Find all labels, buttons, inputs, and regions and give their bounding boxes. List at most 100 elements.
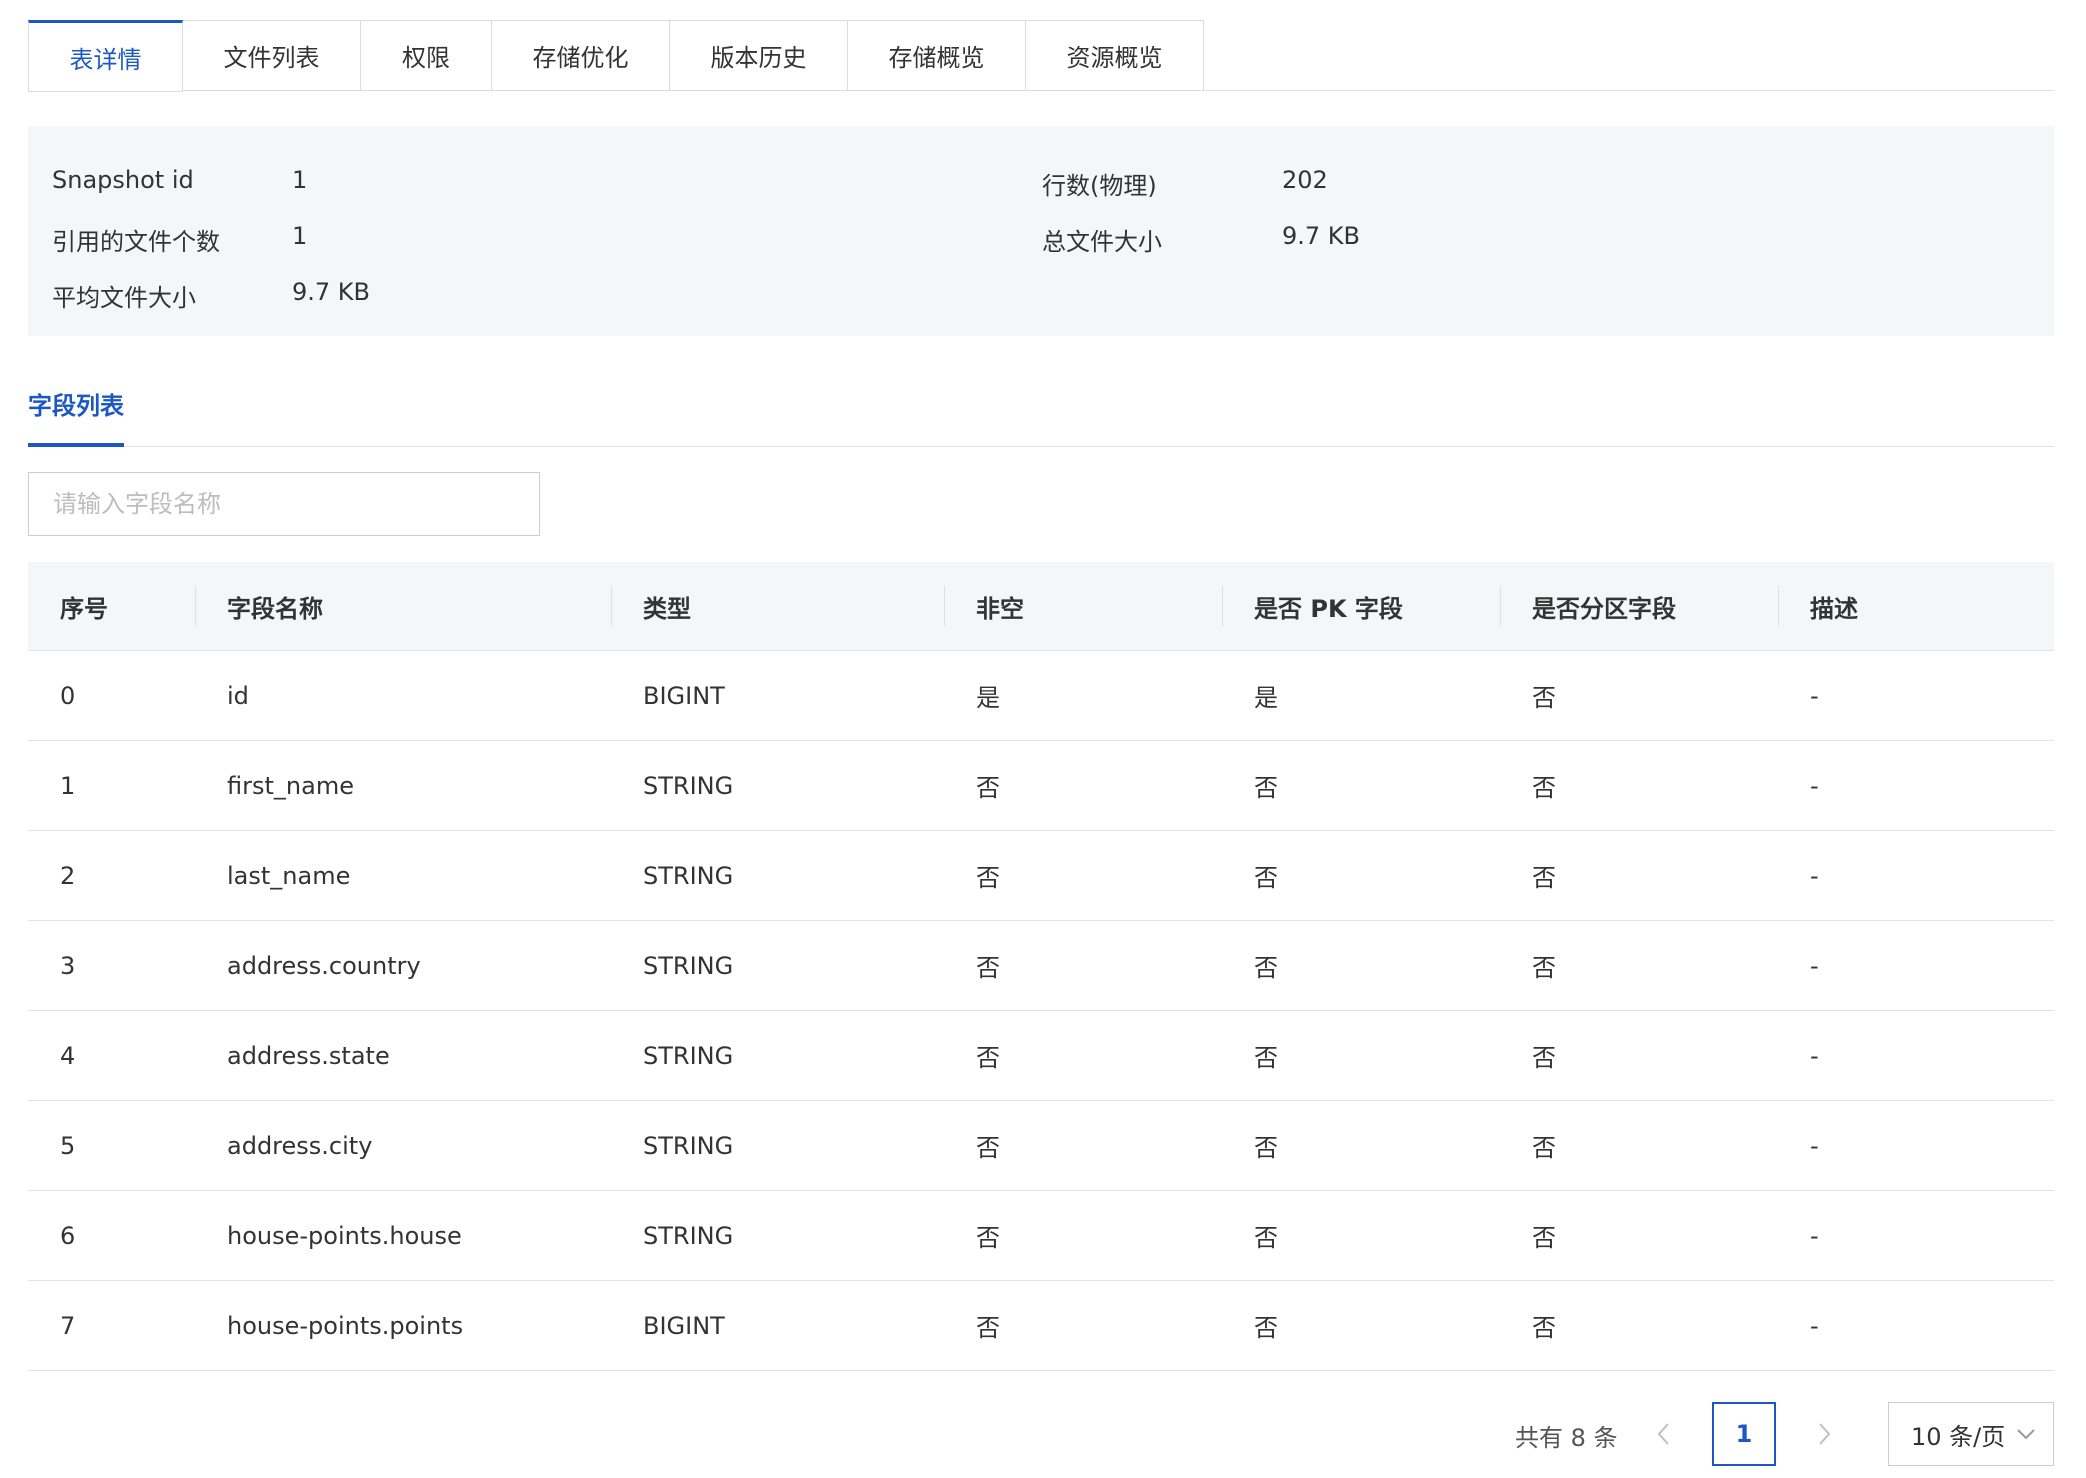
cell-not-null: 否 <box>976 864 1000 892</box>
total-size-value: 9.7 KB <box>1282 222 1360 250</box>
avg-size-value: 9.7 KB <box>292 278 370 306</box>
header-description: 描述 <box>1778 562 1858 650</box>
cell-field-name: address.state <box>227 1041 390 1070</box>
table-row: 4 address.state STRING 否 否 否 - <box>28 1011 2054 1101</box>
cell-is-partition: 否 <box>1532 1044 1556 1072</box>
row-count-value: 202 <box>1282 166 1328 194</box>
table-body: 0 id BIGINT 是是否 -1 first_name STRING 否否否 -2 last_… <box>28 651 2054 1371</box>
cell-field-name: first_name <box>227 771 354 800</box>
header-is-pk: 是否 PK 字段 <box>1222 562 1403 650</box>
cell-description: - <box>1810 1131 1819 1160</box>
row-count-label: 行数(物理) <box>1042 172 1157 200</box>
cell-type: STRING <box>643 1221 734 1250</box>
tab-storage-overview[interactable]: 存储概览 <box>848 20 1026 91</box>
cell-index: 5 <box>60 1131 76 1160</box>
tab-version-history[interactable]: 版本历史 <box>670 20 848 91</box>
chevron-right-icon <box>1819 1423 1831 1445</box>
total-count: 共有 8 条 <box>1515 1424 1618 1452</box>
avg-size-label: 平均文件大小 <box>52 284 196 312</box>
cell-description: - <box>1810 1311 1819 1340</box>
cell-is-pk: 否 <box>1254 954 1278 982</box>
cell-description: - <box>1810 861 1819 890</box>
cell-is-partition: 否 <box>1532 1314 1556 1342</box>
cell-index: 4 <box>60 1041 76 1070</box>
cell-not-null: 是 <box>976 684 1000 712</box>
cell-not-null: 否 <box>976 954 1000 982</box>
cell-is-partition: 否 <box>1532 954 1556 982</box>
section-active-indicator <box>28 443 124 447</box>
cell-type: STRING <box>643 771 734 800</box>
table-row: 0 id BIGINT 是 是 否 - <box>28 651 2054 741</box>
tab-table-details[interactable]: 表详情 <box>28 20 183 92</box>
fields-section-tab[interactable]: 字段列表 <box>28 386 124 421</box>
header-not-null: 非空 <box>944 562 1024 650</box>
snapshot-id-value: 1 <box>292 166 308 194</box>
cell-field-name: id <box>227 681 249 710</box>
cell-is-pk: 否 <box>1254 1314 1278 1342</box>
page-button-current[interactable]: 1 <box>1712 1402 1776 1466</box>
cell-index: 6 <box>60 1221 76 1250</box>
ref-files-label: 引用的文件个数 <box>52 228 220 256</box>
table-info-panel: Snapshot id 1 行数(物理) 202 引用的文件个数 1 总文件大小… <box>28 126 2054 336</box>
cell-not-null: 否 <box>976 1224 1000 1252</box>
total-size-label: 总文件大小 <box>1042 228 1162 256</box>
cell-field-name: address.country <box>227 951 421 980</box>
cell-field-name: last_name <box>227 861 351 890</box>
tab-file-list[interactable]: 文件列表 <box>183 20 361 91</box>
cell-index: 3 <box>60 951 76 980</box>
cell-description: - <box>1810 1221 1819 1250</box>
cell-is-partition: 否 <box>1532 1134 1556 1162</box>
tab-storage-optimization[interactable]: 存储优化 <box>492 20 670 91</box>
cell-description: - <box>1810 951 1819 980</box>
table-row: 1 first_name STRING 否 否 否 - <box>28 741 2054 831</box>
cell-not-null: 否 <box>976 1134 1000 1162</box>
table-row: 2 last_name STRING 否 否 否 - <box>28 831 2054 921</box>
page-size-select[interactable]: 10 条/页 <box>1888 1402 2054 1466</box>
cell-not-null: 否 <box>976 774 1000 802</box>
cell-type: STRING <box>643 1041 734 1070</box>
cell-field-name: address.city <box>227 1131 373 1160</box>
cell-type: BIGINT <box>643 1311 725 1340</box>
table-row: 5 address.city STRING 否 否 否 - <box>28 1101 2054 1191</box>
table-row: 7 house-points.points BIGINT 否 否 否 - <box>28 1281 2054 1371</box>
cell-index: 0 <box>60 681 76 710</box>
cell-type: STRING <box>643 951 734 980</box>
cell-type: STRING <box>643 1131 734 1160</box>
page-size-value: 10 条/页 <box>1911 1422 2006 1451</box>
ref-files-value: 1 <box>292 222 308 250</box>
tab-permissions[interactable]: 权限 <box>361 20 492 91</box>
table-row: 3 address.country STRING 否 否 否 - <box>28 921 2054 1011</box>
cell-is-pk: 否 <box>1254 864 1278 892</box>
cell-is-pk: 否 <box>1254 1044 1278 1072</box>
cell-not-null: 否 <box>976 1314 1000 1342</box>
prev-page-button[interactable] <box>1640 1410 1688 1458</box>
cell-is-pk: 否 <box>1254 774 1278 802</box>
cell-description: - <box>1810 1041 1819 1070</box>
cell-index: 1 <box>60 771 76 800</box>
next-page-button[interactable] <box>1800 1410 1848 1458</box>
cell-is-pk: 否 <box>1254 1134 1278 1162</box>
cell-is-pk: 否 <box>1254 1224 1278 1252</box>
cell-index: 7 <box>60 1311 76 1340</box>
field-search-input[interactable] <box>28 472 540 536</box>
cell-type: STRING <box>643 861 734 890</box>
cell-index: 2 <box>60 861 76 890</box>
tab-bar: 表详情 文件列表 权限 存储优化 版本历史 存储概览 资源概览 <box>28 20 2054 92</box>
cell-field-name: house-points.house <box>227 1221 462 1250</box>
header-field-name: 字段名称 <box>195 562 323 650</box>
cell-is-partition: 否 <box>1532 1224 1556 1252</box>
cell-description: - <box>1810 681 1819 710</box>
chevron-left-icon <box>1657 1423 1669 1445</box>
table-header: 序号 字段名称 类型 非空 是否 PK 字段 是否分区字段 描述 <box>28 562 2054 651</box>
cell-is-partition: 否 <box>1532 864 1556 892</box>
fields-table: 序号 字段名称 类型 非空 是否 PK 字段 是否分区字段 描述 0 id BIGI… <box>28 562 2054 1371</box>
snapshot-id-label: Snapshot id <box>52 166 194 194</box>
cell-type: BIGINT <box>643 681 725 710</box>
tab-resource-overview[interactable]: 资源概览 <box>1026 20 1204 91</box>
section-divider <box>28 446 2054 447</box>
table-row: 6 house-points.house STRING 否 否 否 - <box>28 1191 2054 1281</box>
cell-is-pk: 是 <box>1254 684 1278 712</box>
header-index: 序号 <box>60 594 108 623</box>
cell-field-name: house-points.points <box>227 1311 464 1340</box>
cell-is-partition: 否 <box>1532 774 1556 802</box>
